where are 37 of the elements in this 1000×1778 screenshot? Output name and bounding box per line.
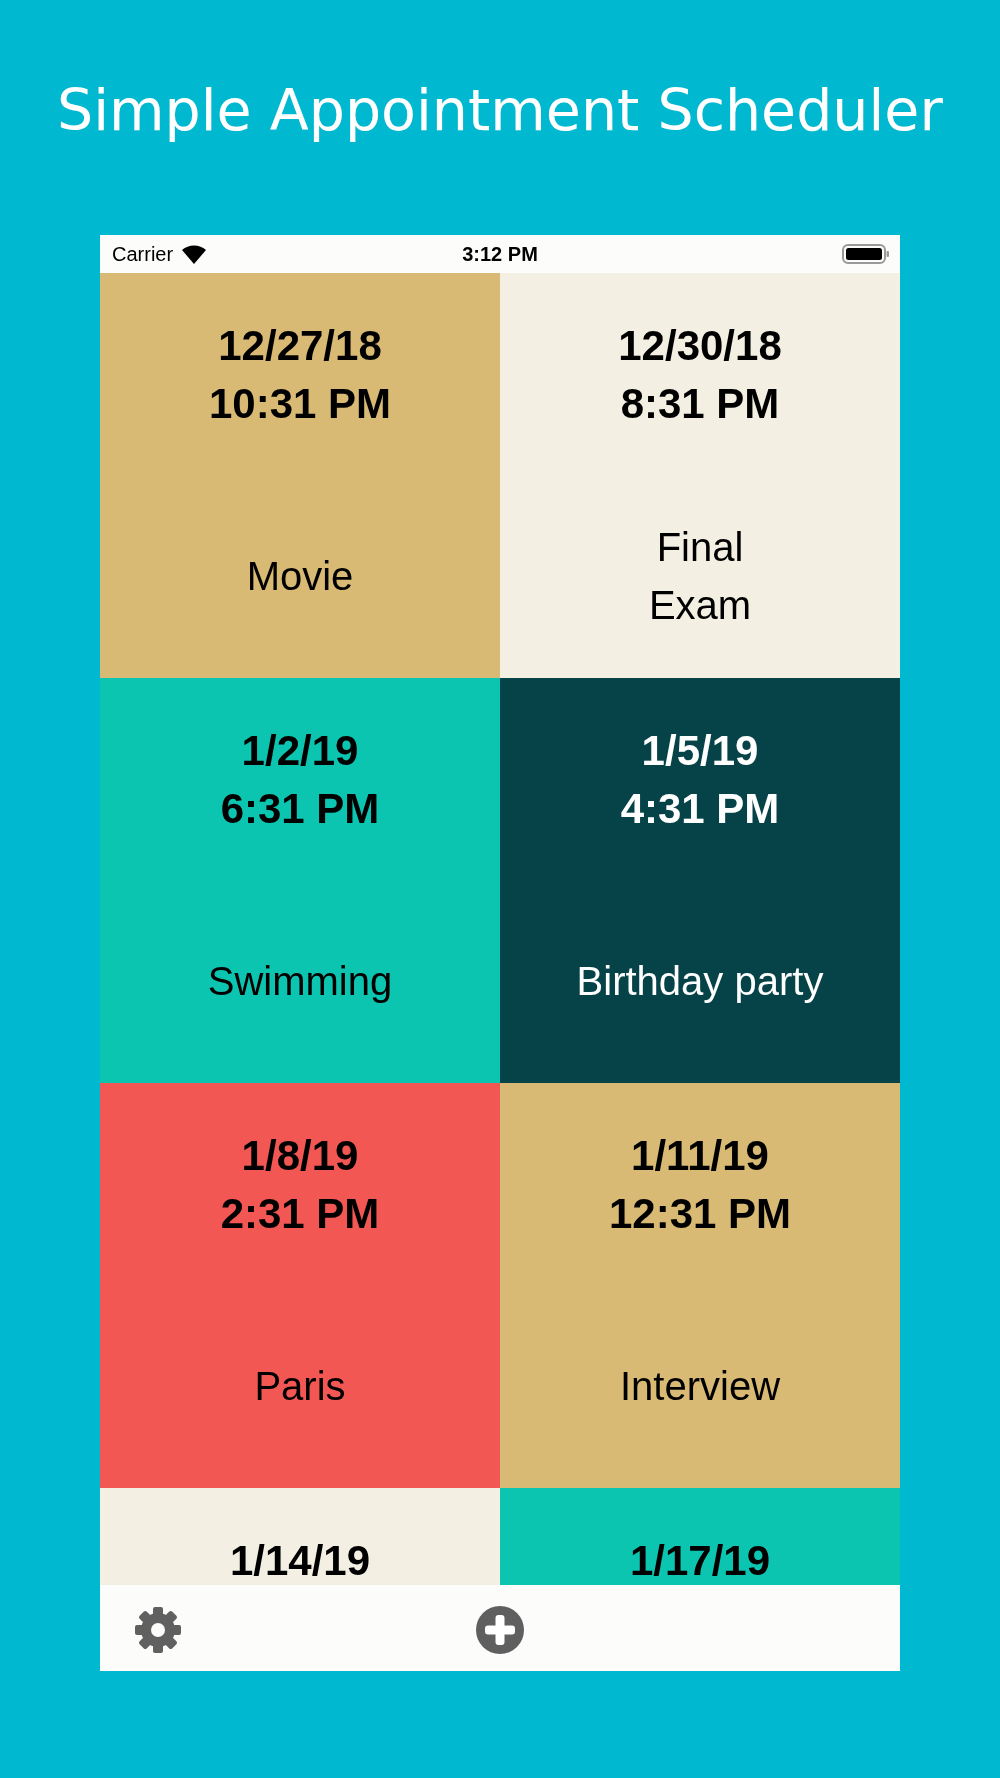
appointment-date: 1/2/19: [241, 726, 359, 776]
appointment-date: 1/5/19: [641, 726, 759, 776]
appointment-time: 6:31 PM: [220, 784, 380, 834]
appointment-tile[interactable]: 1/8/19 2:31 PM Paris: [100, 1083, 500, 1488]
appointment-date: 12/27/18: [218, 321, 382, 371]
appointment-title: Final Exam: [648, 523, 752, 629]
appointment-time: 8:31 PM: [620, 379, 780, 429]
appointment-date: 1/17/19: [629, 1536, 771, 1585]
appointment-tile[interactable]: 1/11/19 12:31 PM Interview: [500, 1083, 900, 1488]
appointment-title: Birthday party: [576, 957, 824, 1005]
appointment-date: 12/30/18: [618, 321, 782, 371]
wifi-icon: [181, 244, 208, 264]
appointment-time: 12:31 PM: [608, 1189, 792, 1239]
appointment-tile[interactable]: 1/2/19 6:31 PM Swimming: [100, 678, 500, 1083]
settings-button[interactable]: [134, 1606, 182, 1654]
appointment-time: 10:31 PM: [208, 379, 392, 429]
appointment-date: 1/14/19: [229, 1536, 371, 1585]
status-time: 3:12 PM: [462, 242, 538, 265]
appointment-tile[interactable]: 1/17/19: [500, 1488, 900, 1585]
appointment-tile[interactable]: 1/14/19: [100, 1488, 500, 1585]
appointment-title: Interview: [619, 1362, 781, 1410]
appointment-tile[interactable]: 1/5/19 4:31 PM Birthday party: [500, 678, 900, 1083]
settings-icon: [134, 1606, 182, 1654]
carrier-name: Carrier: [112, 242, 174, 266]
appointment-date: 1/11/19: [631, 1131, 769, 1181]
appointment-date: 1/8/19: [241, 1131, 359, 1181]
appointment-title: Movie: [246, 552, 354, 600]
appointment-title: Paris: [254, 1362, 346, 1410]
appointment-tile[interactable]: 12/27/18 10:31 PM Movie: [100, 273, 500, 678]
plus-icon: [476, 1606, 524, 1654]
appointment-tile[interactable]: 12/30/18 8:31 PM Final Exam: [500, 273, 900, 678]
add-button[interactable]: [476, 1606, 524, 1654]
appointment-title: Swimming: [207, 957, 393, 1005]
battery-icon: [842, 243, 890, 265]
app-title: Simple Appointment Scheduler: [56, 76, 944, 145]
appointment-time: 2:31 PM: [220, 1189, 380, 1239]
appointment-time: 4:31 PM: [620, 784, 780, 834]
